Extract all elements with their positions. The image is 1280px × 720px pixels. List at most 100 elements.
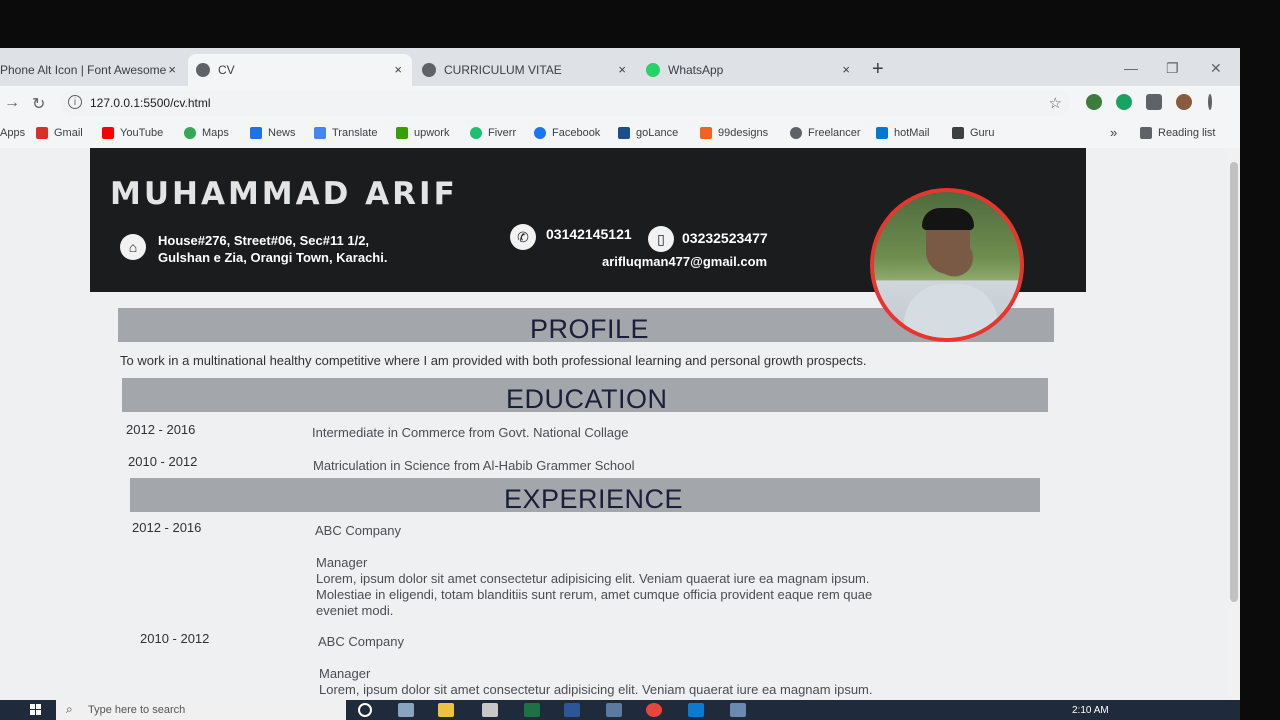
- search-placeholder[interactable]: Type here to search: [88, 704, 185, 716]
- profile-photo: [870, 188, 1024, 342]
- taskbar-clock[interactable]: 2:10 AM: [1072, 705, 1109, 716]
- reload-icon[interactable]: ↻: [32, 94, 45, 114]
- bookmark-freelancer[interactable]: Freelancer: [790, 127, 861, 139]
- photo-shirt: [904, 284, 998, 338]
- globe-icon: [196, 63, 210, 77]
- close-icon[interactable]: ×: [394, 62, 402, 77]
- page-scrollbar[interactable]: [1228, 148, 1240, 700]
- bookmark-facebook[interactable]: Facebook: [534, 127, 600, 139]
- taskbar-search[interactable]: ⌕ Type here to search: [56, 700, 346, 720]
- bookmark-label: News: [268, 127, 296, 139]
- close-icon[interactable]: ×: [842, 62, 850, 77]
- bookmark-guru[interactable]: Guru: [952, 127, 994, 139]
- task-view-icon[interactable]: [398, 703, 414, 717]
- bookmark-apps[interactable]: Apps: [0, 127, 25, 139]
- bookmark-label: hotMail: [894, 127, 930, 139]
- experience-role-2: Manager: [319, 666, 371, 681]
- forward-icon[interactable]: →: [4, 94, 20, 112]
- bookmark-maps[interactable]: Maps: [184, 127, 229, 139]
- grammarly-icon[interactable]: [1116, 94, 1132, 110]
- info-icon[interactable]: i: [68, 95, 82, 109]
- bookmark-fiverr[interactable]: Fiverr: [470, 127, 516, 139]
- address-toolbar: → ↻ i 127.0.0.1:5500/cv.html ☆: [0, 86, 1240, 120]
- photo-hair: [922, 208, 974, 230]
- photos-icon[interactable]: [606, 703, 622, 717]
- profile-avatar[interactable]: [1176, 94, 1192, 110]
- education-years-1: 2012 - 2016: [126, 422, 196, 437]
- facebook-icon: [534, 127, 546, 139]
- bookmark-label: Freelancer: [808, 127, 861, 139]
- experience-desc-1c: eveniet modi.: [316, 603, 394, 618]
- bookmark-label: Maps: [202, 127, 229, 139]
- address-bar[interactable]: i 127.0.0.1:5500/cv.html ☆: [60, 90, 1070, 116]
- mobile-icon: ▯: [648, 226, 674, 252]
- extension-icon[interactable]: [1086, 94, 1102, 110]
- bookmark-label: Fiverr: [488, 127, 517, 139]
- education-entry-1: Intermediate in Commerce from Govt. Nati…: [312, 425, 629, 440]
- chrome-icon[interactable]: [646, 703, 662, 717]
- address-line-1: House#276, Street#06, Sec#11 1/2,: [158, 233, 370, 248]
- home-icon: ⌂: [120, 234, 146, 260]
- experience-company-2: ABC Company: [318, 634, 404, 649]
- profile-title: PROFILE: [530, 314, 650, 344]
- bookmark-translate[interactable]: Translate: [314, 127, 377, 139]
- news-icon: [250, 127, 262, 139]
- menu-icon[interactable]: [1208, 94, 1212, 110]
- bookmark-upwork[interactable]: upwork: [396, 127, 449, 139]
- tab-curriculum-vitae[interactable]: CURRICULUM VITAE ×: [414, 54, 636, 86]
- tab-whatsapp[interactable]: WhatsApp ×: [638, 54, 860, 86]
- reading-list-icon: [1140, 127, 1152, 139]
- bookmark-label: Apps: [0, 127, 26, 139]
- reading-list-button[interactable]: Reading list: [1140, 127, 1215, 139]
- experience-company-1: ABC Company: [315, 523, 401, 538]
- experience-title: EXPERIENCE: [504, 484, 684, 514]
- youtube-icon: [102, 127, 114, 139]
- bookmark-gmail[interactable]: Gmail: [36, 127, 83, 139]
- bookmark-99designs[interactable]: 99designs: [700, 127, 768, 139]
- reading-list-label: Reading list: [1158, 127, 1216, 139]
- maximize-icon[interactable]: ❐: [1166, 60, 1179, 77]
- minimize-icon[interactable]: —: [1124, 60, 1138, 76]
- tab-cv[interactable]: CV ×: [188, 54, 412, 86]
- bookmark-label: Translate: [332, 127, 378, 139]
- bookmark-hotmail[interactable]: hotMail: [876, 127, 929, 139]
- bookmarks-bar: Apps Gmail YouTube Maps News Translate u…: [0, 120, 1240, 149]
- browser-window: Phone Alt Icon | Font Awesome × CV × CUR…: [0, 48, 1240, 720]
- education-years-2: 2010 - 2012: [128, 454, 198, 469]
- bookmark-label: YouTube: [120, 127, 164, 139]
- bookmark-news[interactable]: News: [250, 127, 296, 139]
- globe-icon: [422, 63, 436, 77]
- close-icon[interactable]: ×: [618, 62, 626, 77]
- cortana-icon[interactable]: [358, 703, 372, 717]
- url-text[interactable]: 127.0.0.1:5500/cv.html: [90, 96, 211, 110]
- tab-title: Phone Alt Icon | Font Awesome: [0, 63, 167, 77]
- windows-start-icon[interactable]: [30, 704, 42, 716]
- bookmark-golance[interactable]: goLance: [618, 127, 678, 139]
- windows-taskbar: ⌕ Type here to search 2:10 AM: [0, 700, 1240, 720]
- bookmark-youtube[interactable]: YouTube: [102, 127, 163, 139]
- address-block: House#276, Street#06, Sec#11 1/2, Gulsha…: [158, 232, 387, 266]
- bookmark-label: Facebook: [552, 127, 601, 139]
- bookmark-label: upwork: [414, 127, 450, 139]
- profile-text: To work in a multinational healthy compe…: [120, 353, 867, 368]
- store-icon[interactable]: [482, 703, 498, 717]
- puzzle-icon[interactable]: [1146, 94, 1162, 110]
- scrollbar-thumb[interactable]: [1230, 162, 1238, 602]
- close-window-icon[interactable]: ✕: [1210, 60, 1222, 77]
- translate-icon: [314, 127, 326, 139]
- tab-font-awesome[interactable]: Phone Alt Icon | Font Awesome ×: [0, 54, 186, 86]
- close-icon[interactable]: ×: [168, 62, 176, 77]
- file-explorer-icon[interactable]: [438, 703, 454, 717]
- search-icon: ⌕: [66, 702, 73, 716]
- new-tab-button[interactable]: +: [872, 58, 884, 81]
- bookmark-star-icon[interactable]: ☆: [1049, 94, 1062, 112]
- outlook-icon: [876, 127, 888, 139]
- gmail-icon: [36, 127, 48, 139]
- phone-2: 03232523477: [682, 230, 768, 246]
- vscode-icon[interactable]: [688, 703, 704, 717]
- word-icon[interactable]: [564, 703, 580, 717]
- excel-icon[interactable]: [524, 703, 540, 717]
- more-bookmarks-button[interactable]: »: [1110, 125, 1117, 140]
- guru-icon: [952, 127, 964, 139]
- app-icon[interactable]: [730, 703, 746, 717]
